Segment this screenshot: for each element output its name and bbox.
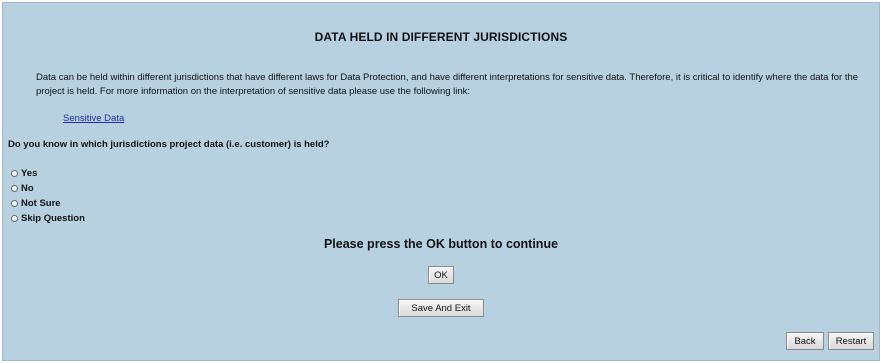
- page-title: DATA HELD IN DIFFERENT JURISDICTIONS: [314, 30, 568, 44]
- option-label: Not Sure: [21, 198, 61, 209]
- radio-button[interactable]: [11, 200, 18, 207]
- ok-button[interactable]: OK: [428, 266, 454, 284]
- option-not-sure[interactable]: Not Sure: [11, 196, 85, 211]
- radio-button[interactable]: [11, 170, 18, 177]
- option-label: Yes: [21, 168, 38, 179]
- option-skip-question[interactable]: Skip Question: [11, 211, 85, 226]
- answer-options: Yes No Not Sure Skip Question: [11, 166, 85, 226]
- continue-instruction: Please press the OK button to continue: [323, 237, 559, 251]
- sensitive-data-link[interactable]: Sensitive Data: [63, 113, 124, 124]
- radio-button[interactable]: [11, 215, 18, 222]
- option-label: No: [21, 183, 34, 194]
- save-and-exit-button[interactable]: Save And Exit: [398, 299, 484, 317]
- radio-button[interactable]: [11, 185, 18, 192]
- option-label: Skip Question: [21, 213, 85, 224]
- option-no[interactable]: No: [11, 181, 85, 196]
- intro-paragraph: Data can be held within different jurisd…: [36, 72, 859, 97]
- back-button[interactable]: Back: [786, 332, 824, 350]
- restart-button[interactable]: Restart: [828, 332, 874, 350]
- question-text: Do you know in which jurisdictions proje…: [8, 139, 330, 150]
- option-yes[interactable]: Yes: [11, 166, 85, 181]
